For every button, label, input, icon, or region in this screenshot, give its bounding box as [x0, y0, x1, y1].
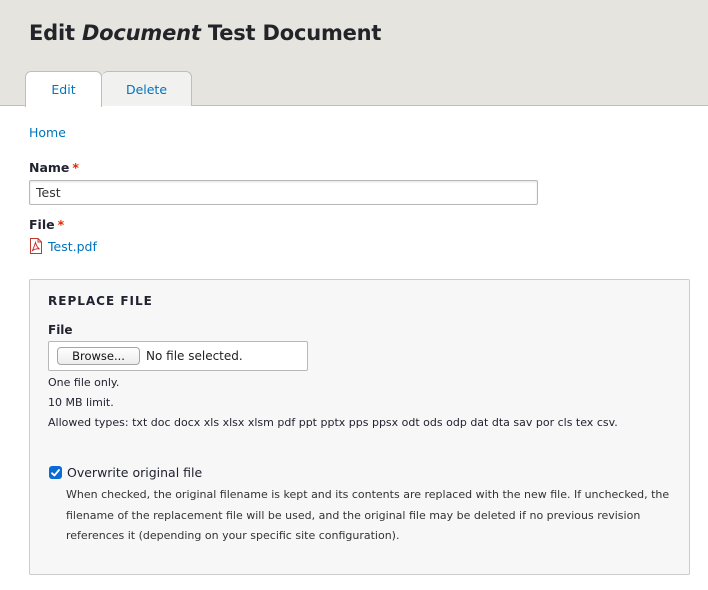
title-type: Document [81, 21, 201, 45]
file-upload-widget: Browse... No file selected. [48, 341, 308, 371]
page-title: Edit Document Test Document [29, 21, 381, 45]
page-header: Edit Document Test Document Edit Delete [0, 0, 708, 107]
name-required-marker: * [72, 160, 79, 175]
file-required-marker: * [57, 217, 65, 232]
replace-file-fieldset: REPLACE FILE File Browse... No file sele… [29, 279, 690, 575]
browse-button[interactable]: Browse... [57, 347, 140, 365]
no-file-selected-text: No file selected. [146, 349, 243, 363]
tab-delete[interactable]: Delete [102, 71, 192, 106]
pdf-icon [30, 238, 42, 254]
overwrite-checkbox[interactable] [49, 466, 62, 479]
name-label-text: Name [29, 160, 70, 175]
file-size-description: 10 MB limit. [48, 396, 114, 409]
name-label: Name * [29, 160, 79, 175]
title-prefix: Edit [29, 21, 75, 45]
allowed-types-description: Allowed types: txt doc docx xls xlsx xls… [48, 416, 618, 429]
title-name: Test Document [207, 21, 382, 45]
overwrite-description: When checked, the original filename is k… [66, 488, 670, 542]
checkmark-icon [51, 468, 60, 476]
current-file: Test.pdf [30, 238, 97, 254]
replace-file-legend: REPLACE FILE [48, 294, 153, 308]
file-label: File * [29, 217, 64, 232]
current-file-link[interactable]: Test.pdf [48, 239, 97, 254]
overwrite-label[interactable]: Overwrite original file [67, 465, 202, 480]
replace-file-label: File [48, 323, 73, 337]
breadcrumb-home-link[interactable]: Home [29, 125, 66, 140]
name-input[interactable] [29, 180, 538, 205]
tab-edit[interactable]: Edit [25, 71, 102, 107]
overwrite-option: Overwrite original file [49, 465, 202, 480]
file-count-description: One file only. [48, 376, 120, 389]
file-label-text: File [29, 217, 55, 232]
